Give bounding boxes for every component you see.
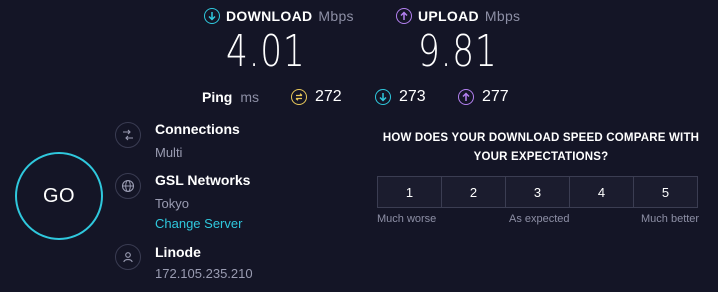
connections-value: Multi — [155, 145, 183, 160]
upload-label: UPLOAD — [418, 8, 479, 24]
rating-option-4[interactable]: 4 — [569, 176, 634, 208]
ping-idle: 272 — [291, 88, 342, 106]
server-title: GSL Networks — [155, 172, 251, 188]
download-latency-icon — [375, 89, 391, 105]
provider-title: Linode — [155, 244, 201, 260]
rating-scale: 1 2 3 4 5 — [377, 176, 698, 208]
download-label: DOWNLOAD — [226, 8, 313, 24]
user-icon — [115, 244, 141, 270]
upload-unit: Mbps — [484, 8, 521, 24]
ping-label: Ping — [202, 89, 233, 105]
rating-option-3[interactable]: 3 — [505, 176, 570, 208]
provider-ip: 172.105.235.210 — [155, 266, 253, 281]
rating-label-high: Much better — [641, 213, 700, 225]
ping-download-value: 273 — [399, 88, 426, 105]
upload-arrow-icon — [396, 8, 412, 24]
download-header: DOWNLOAD Mbps — [204, 8, 354, 24]
rating-option-2[interactable]: 2 — [441, 176, 506, 208]
rating-option-5[interactable]: 5 — [633, 176, 698, 208]
rating-label-low: Much worse — [377, 213, 437, 225]
idle-latency-icon — [291, 89, 307, 105]
ping-idle-value: 272 — [315, 88, 342, 105]
ping-row: Ping ms — [202, 88, 259, 106]
ping-download: 273 — [375, 88, 426, 106]
upload-header: UPLOAD Mbps — [396, 8, 520, 24]
change-server-link[interactable]: Change Server — [155, 216, 242, 231]
server-location: Tokyo — [155, 196, 189, 211]
connections-title: Connections — [155, 121, 240, 137]
download-arrow-icon — [204, 8, 220, 24]
go-button[interactable]: GO — [15, 152, 103, 240]
upload-speed-value: 9.81 — [418, 26, 498, 77]
connections-icon — [115, 122, 141, 148]
rating-option-1[interactable]: 1 — [377, 176, 442, 208]
rating-label-mid: As expected — [509, 213, 570, 225]
upload-latency-icon — [458, 89, 474, 105]
survey-question: HOW DOES YOUR DOWNLOAD SPEED COMPARE WIT… — [382, 132, 700, 163]
ping-upload-value: 277 — [482, 88, 509, 105]
download-speed-value: 4.01 — [226, 26, 306, 77]
download-unit: Mbps — [318, 8, 354, 24]
ping-upload: 277 — [458, 88, 509, 106]
globe-icon — [115, 173, 141, 199]
ping-unit: ms — [240, 89, 260, 105]
